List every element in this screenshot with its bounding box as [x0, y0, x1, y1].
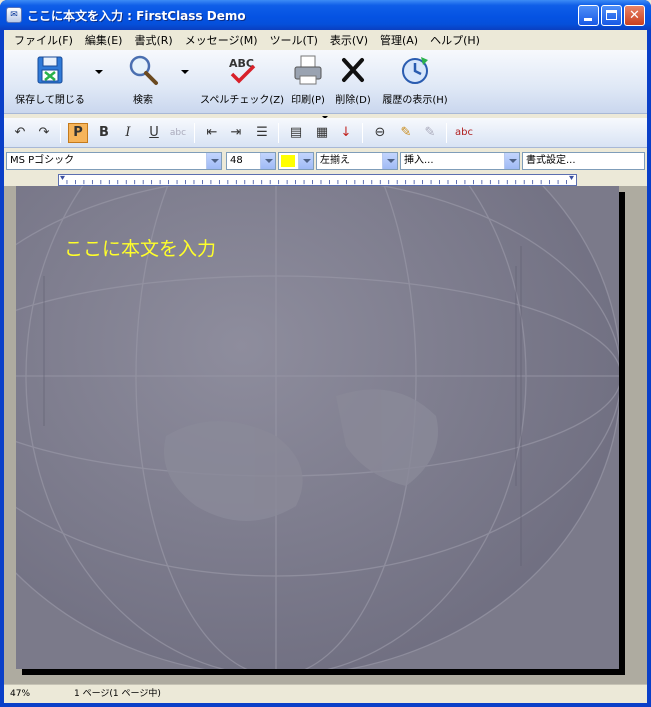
document-page[interactable]: ここに本文を入力	[16, 186, 619, 669]
format-toolbar: ↶ ↷ P B I U abc ⇤ ⇥ ☰ ▤ ▦ ↓ ⊖ ✎ ✎ abc	[4, 118, 647, 148]
history-icon	[402, 57, 428, 84]
menu-message[interactable]: メッセージ(M)	[179, 32, 264, 48]
firstclass-app-icon[interactable]: ✉	[6, 7, 22, 23]
menu-admin[interactable]: 管理(A)	[374, 32, 424, 48]
format-settings-select[interactable]: 書式設定...	[522, 152, 645, 170]
bullet-list-icon[interactable]: ☰	[252, 123, 272, 143]
menu-tools[interactable]: ツール(T)	[264, 32, 324, 48]
search-button[interactable]: 検索	[114, 54, 172, 108]
spell-check-label: スペルチェック(Z)	[200, 95, 284, 106]
save-close-button[interactable]: 保存して閉じる	[8, 54, 92, 108]
insert-select[interactable]: 挿入...	[400, 152, 520, 170]
search-icon	[129, 55, 158, 85]
document-body-text[interactable]: ここに本文を入力	[64, 234, 216, 261]
minimize-icon	[584, 18, 592, 21]
chevron-down-icon[interactable]	[382, 153, 397, 169]
main-toolbar: 保存して閉じる 検索 ABC スペルチェック(Z) 印刷(P) 削除(D) 履歴…	[4, 50, 647, 114]
font-size-select[interactable]: 48	[226, 152, 276, 170]
text-color-select[interactable]	[278, 152, 314, 170]
printer-icon	[294, 55, 322, 85]
window: ✉ ここに本文を入力 : FirstClass Demo ✕ ファイル(F) 編…	[0, 0, 651, 707]
font-size-value: 48	[230, 155, 243, 166]
save-close-label: 保存して閉じる	[15, 95, 85, 106]
alignment-select[interactable]: 左揃え	[316, 152, 398, 170]
spelling-icon[interactable]: abc	[454, 123, 474, 143]
close-button[interactable]: ✕	[624, 5, 645, 26]
toolbar-divider	[194, 123, 195, 143]
document-area: ここに本文を入力	[4, 186, 647, 684]
indent-increase-icon[interactable]: ⇥	[226, 123, 246, 143]
toolbar-divider	[278, 123, 279, 143]
clear-format-icon[interactable]: ✎	[420, 123, 440, 143]
print-button[interactable]: 印刷(P)	[286, 54, 330, 108]
undo-icon[interactable]: ↶	[10, 123, 30, 143]
client-area: ファイル(F) 編集(E) 書式(R) メッセージ(M) ツール(T) 表示(V…	[4, 30, 647, 703]
link-icon[interactable]: ⊖	[370, 123, 390, 143]
ruler[interactable]	[58, 174, 577, 186]
spell-check-button[interactable]: ABC スペルチェック(Z)	[200, 54, 284, 108]
redo-icon[interactable]: ↷	[34, 123, 54, 143]
chevron-down-icon[interactable]	[298, 153, 313, 169]
chevron-down-icon[interactable]	[504, 153, 519, 169]
menu-help[interactable]: ヘルプ(H)	[424, 32, 486, 48]
search-dropdown-arrow[interactable]	[181, 70, 189, 74]
paragraph-style-button[interactable]: P	[68, 123, 88, 143]
italic-button[interactable]: I	[118, 123, 138, 143]
close-icon: ✕	[629, 8, 640, 23]
font-family-value: MS Pゴシック	[10, 155, 75, 166]
menu-edit[interactable]: 編集(E)	[79, 32, 129, 48]
delete-button[interactable]: 削除(D)	[332, 54, 374, 108]
alignment-value: 左揃え	[320, 155, 350, 166]
save-dropdown-arrow[interactable]	[95, 70, 103, 74]
insert-line-icon[interactable]: ▤	[286, 123, 306, 143]
delete-label: 削除(D)	[335, 95, 371, 106]
page-indicator: 1 ページ(1 ページ中)	[74, 689, 161, 699]
menu-view[interactable]: 表示(V)	[324, 32, 374, 48]
maximize-button[interactable]	[601, 5, 622, 26]
underline-button[interactable]: U	[144, 123, 164, 143]
window-title: ここに本文を入力 : FirstClass Demo	[27, 9, 246, 23]
status-bar: 47% 1 ページ(1 ページ中)	[4, 684, 647, 703]
indent-decrease-icon[interactable]: ⇤	[202, 123, 222, 143]
search-label: 検索	[133, 95, 153, 106]
color-swatch	[281, 155, 295, 167]
zoom-level: 47%	[10, 689, 31, 699]
title-bar[interactable]: ✉ ここに本文を入力 : FirstClass Demo ✕	[0, 0, 651, 30]
bold-button[interactable]: B	[94, 123, 114, 143]
insert-table-icon[interactable]: ▦	[312, 123, 332, 143]
spell-check-icon: ABC	[229, 57, 256, 84]
chevron-down-icon[interactable]	[260, 153, 275, 169]
font-family-select[interactable]: MS Pゴシック	[6, 152, 222, 170]
style-combo-row: MS Pゴシック 48 左揃え 挿入... 書式設定...	[4, 150, 647, 172]
strikethrough-icon[interactable]: abc	[168, 123, 188, 143]
history-button[interactable]: 履歴の表示(H)	[376, 54, 454, 108]
toolbar-divider	[362, 123, 363, 143]
minimize-button[interactable]	[578, 5, 599, 26]
right-margin-marker[interactable]	[569, 175, 575, 180]
menu-file[interactable]: ファイル(F)	[8, 32, 79, 48]
download-arrow-icon[interactable]: ↓	[336, 123, 356, 143]
maximize-icon	[606, 10, 617, 20]
chevron-down-icon[interactable]	[206, 153, 221, 169]
delete-icon	[342, 58, 364, 82]
print-label: 印刷(P)	[291, 95, 325, 106]
left-margin-marker[interactable]	[59, 175, 65, 180]
menu-bar: ファイル(F) 編集(E) 書式(R) メッセージ(M) ツール(T) 表示(V…	[4, 30, 647, 49]
format-settings-value: 書式設定...	[526, 155, 576, 166]
insert-value: 挿入...	[404, 155, 434, 166]
save-close-icon	[37, 56, 63, 84]
history-label: 履歴の表示(H)	[382, 95, 448, 106]
toolbar-divider	[446, 123, 447, 143]
highlight-icon[interactable]: ✎	[396, 123, 416, 143]
menu-format[interactable]: 書式(R)	[128, 32, 178, 48]
toolbar-divider	[60, 123, 61, 143]
